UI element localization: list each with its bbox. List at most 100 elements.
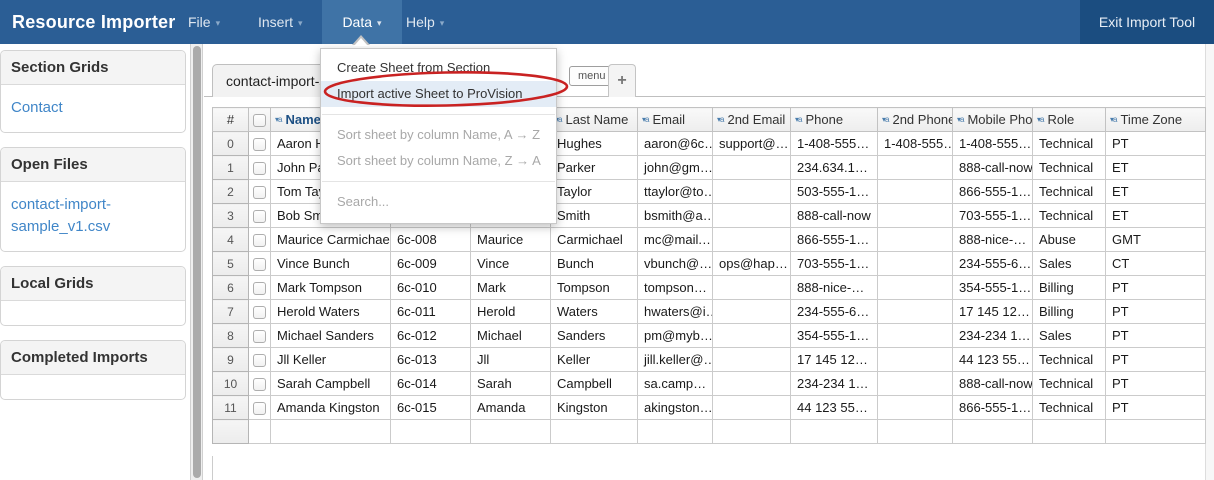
row-checkbox[interactable] (253, 138, 266, 151)
cell[interactable]: Michael Sanders (271, 324, 391, 348)
cell[interactable] (791, 420, 878, 444)
cell[interactable]: 888-nice-… (791, 276, 878, 300)
cell[interactable]: Sales (1033, 324, 1106, 348)
cell[interactable]: support@… (713, 132, 791, 156)
cell[interactable]: 888-call-now (953, 156, 1033, 180)
cell[interactable]: 234-555-6… (791, 300, 878, 324)
menu-item-import-active-sheet[interactable]: Import active Sheet to ProVision (321, 81, 556, 107)
cell[interactable] (878, 420, 953, 444)
cell[interactable]: Keller (551, 348, 638, 372)
cell[interactable] (1106, 420, 1206, 444)
cell[interactable]: Technical (1033, 396, 1106, 420)
cell[interactable]: Herold Waters (271, 300, 391, 324)
col-header[interactable]: ▾aEmail (638, 108, 713, 132)
cell[interactable]: Vince (471, 252, 551, 276)
cell[interactable] (878, 228, 953, 252)
cell[interactable]: Michael (471, 324, 551, 348)
cell[interactable]: 6c-012 (391, 324, 471, 348)
cell[interactable]: Taylor (551, 180, 638, 204)
cell[interactable]: Abuse (1033, 228, 1106, 252)
add-sheet-button[interactable]: + (608, 64, 636, 97)
cell[interactable]: tompson… (638, 276, 713, 300)
cell[interactable]: Technical (1033, 180, 1106, 204)
row-number[interactable]: 8 (213, 324, 249, 348)
cell[interactable]: 888-call-now (953, 372, 1033, 396)
cell[interactable]: Sales (1033, 252, 1106, 276)
cell[interactable]: aaron@6c… (638, 132, 713, 156)
cell[interactable]: 6c-014 (391, 372, 471, 396)
cell[interactable]: mc@mail.… (638, 228, 713, 252)
cell[interactable]: 6c-011 (391, 300, 471, 324)
row-checkbox[interactable] (253, 378, 266, 391)
cell[interactable] (878, 324, 953, 348)
row-checkbox[interactable] (253, 402, 266, 415)
cell[interactable] (713, 276, 791, 300)
cell[interactable]: 866-555-1… (953, 396, 1033, 420)
cell[interactable] (878, 396, 953, 420)
cell[interactable]: Carmichael (551, 228, 638, 252)
cell[interactable]: ET (1106, 204, 1206, 228)
cell[interactable]: 866-555-1… (953, 180, 1033, 204)
cell[interactable]: 503-555-1… (791, 180, 878, 204)
sidebar-item-open-file[interactable]: contact-import-sample_v1.csv (11, 194, 175, 239)
cell[interactable]: Technical (1033, 156, 1106, 180)
col-header[interactable]: ▾aRole (1033, 108, 1106, 132)
cell[interactable] (713, 300, 791, 324)
cell[interactable]: Parker (551, 156, 638, 180)
row-number[interactable]: 10 (213, 372, 249, 396)
cell[interactable]: 234-555-6… (953, 252, 1033, 276)
cell[interactable]: ET (1106, 156, 1206, 180)
cell[interactable]: CT (1106, 252, 1206, 276)
cell[interactable]: jill.keller@… (638, 348, 713, 372)
cell[interactable] (249, 420, 271, 444)
cell[interactable]: PT (1106, 324, 1206, 348)
cell[interactable]: 6c-008 (391, 228, 471, 252)
cell[interactable]: Hughes (551, 132, 638, 156)
cell[interactable]: Vince Bunch (271, 252, 391, 276)
cell[interactable]: Technical (1033, 372, 1106, 396)
cell[interactable]: ET (1106, 180, 1206, 204)
cell[interactable]: Technical (1033, 204, 1106, 228)
cell[interactable]: 888-nice-… (953, 228, 1033, 252)
cell[interactable]: pm@myb… (638, 324, 713, 348)
cell[interactable] (1033, 420, 1106, 444)
cell[interactable] (713, 372, 791, 396)
cell[interactable]: 866-555-1… (791, 228, 878, 252)
cell[interactable] (713, 180, 791, 204)
cell[interactable]: Campbell (551, 372, 638, 396)
row-checkbox[interactable] (253, 186, 266, 199)
row-number[interactable]: 1 (213, 156, 249, 180)
row-checkbox[interactable] (253, 234, 266, 247)
col-header[interactable]: ▾a2nd Email (713, 108, 791, 132)
cell[interactable]: 6c-010 (391, 276, 471, 300)
cell[interactable] (878, 156, 953, 180)
cell[interactable]: GMT (1106, 228, 1206, 252)
cell[interactable] (638, 420, 713, 444)
col-header[interactable]: ▾aTime Zone (1106, 108, 1206, 132)
cell[interactable] (878, 300, 953, 324)
cell[interactable] (878, 276, 953, 300)
cell[interactable]: 44 123 55… (791, 396, 878, 420)
cell[interactable]: Sanders (551, 324, 638, 348)
cell[interactable]: akingston… (638, 396, 713, 420)
cell[interactable]: 703-555-1… (953, 204, 1033, 228)
cell[interactable]: 354-555-1… (953, 276, 1033, 300)
cell[interactable]: Herold (471, 300, 551, 324)
cell[interactable] (878, 204, 953, 228)
row-checkbox[interactable] (253, 282, 266, 295)
cell[interactable] (713, 396, 791, 420)
cell[interactable]: Mark Tompson (271, 276, 391, 300)
exit-import-tool-button[interactable]: Exit Import Tool (1080, 0, 1214, 44)
cell[interactable]: Kingston (551, 396, 638, 420)
cell[interactable]: 1-408-555… (791, 132, 878, 156)
cell[interactable]: Tompson (551, 276, 638, 300)
cell[interactable] (471, 420, 551, 444)
cell[interactable]: Waters (551, 300, 638, 324)
cell[interactable]: PT (1106, 276, 1206, 300)
row-checkbox[interactable] (253, 258, 266, 271)
cell[interactable] (878, 348, 953, 372)
sidebar-item-contact[interactable]: Contact (11, 97, 175, 120)
menu-item-create-sheet[interactable]: Create Sheet from Section (321, 55, 556, 81)
row-number[interactable]: 3 (213, 204, 249, 228)
cell[interactable]: Technical (1033, 132, 1106, 156)
